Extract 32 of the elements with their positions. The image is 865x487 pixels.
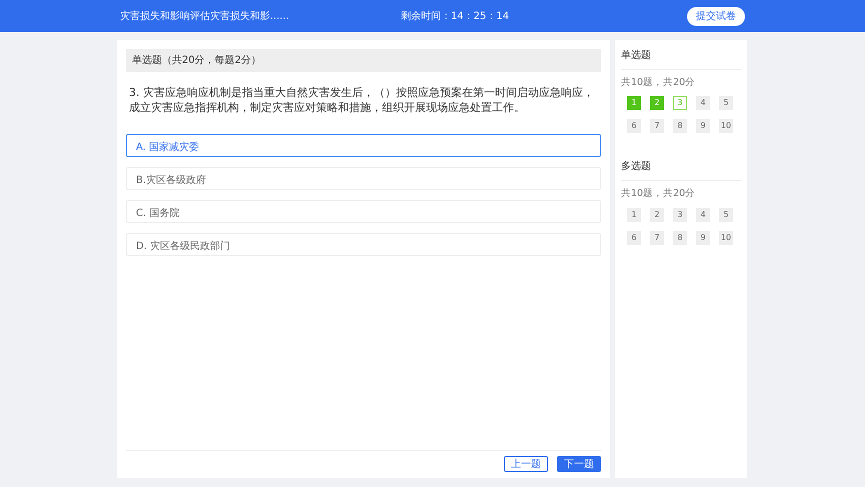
question-number-button[interactable]: 5 <box>719 96 733 110</box>
question-number-button[interactable]: 3 <box>673 208 687 222</box>
question-number-button[interactable]: 1 <box>627 208 641 222</box>
answer-option[interactable]: B.灾区各级政府 <box>126 166 601 190</box>
next-button[interactable]: 下一题 <box>557 456 601 472</box>
question-number-button[interactable]: 8 <box>673 119 687 134</box>
group-summary: 共10题，共20分 <box>621 187 696 202</box>
question-number-button[interactable]: 9 <box>696 230 710 244</box>
question-number-button[interactable]: 9 <box>696 119 710 134</box>
question-text: 3. 灾害应急响应机制是指当重大自然灾害发生后，（）按照应急预案在第一时间启动应急响应，成立灾害应急指挥机构，制定灾害应对策略和措施，组织开展现场应急处置工作。 <box>129 86 595 116</box>
question-number-button[interactable]: 4 <box>696 208 710 222</box>
group-summary: 共10题，共20分 <box>621 76 696 90</box>
question-number-button[interactable]: 7 <box>650 230 664 244</box>
question-number-button[interactable]: 6 <box>627 119 641 134</box>
countdown-timer: 剩余时间：14：25：14 <box>400 10 509 24</box>
answer-option[interactable]: A. 国家减灾委 <box>126 134 601 157</box>
group-title: 单选题 <box>621 48 741 70</box>
answer-option[interactable]: D. 灾区各级民政部门 <box>126 232 601 256</box>
question-number-button[interactable]: 8 <box>673 230 687 244</box>
question-number-button[interactable]: 7 <box>650 119 664 134</box>
question-number-button[interactable]: 4 <box>696 96 710 110</box>
submit-button[interactable]: 提交试卷 <box>687 6 745 26</box>
previous-button[interactable]: 上一题 <box>504 456 548 472</box>
question-number-button[interactable]: 6 <box>627 230 641 244</box>
group-title: 多选题 <box>621 159 741 182</box>
exam-title: 灾害损失和影响评估灾害损失和影...... <box>120 10 290 24</box>
section-label: 单选题（共20分，每题2分） <box>126 49 601 72</box>
question-number-button[interactable]: 5 <box>719 208 733 222</box>
question-number-button[interactable]: 10 <box>719 119 733 134</box>
question-number-button[interactable]: 2 <box>650 208 664 222</box>
answer-option[interactable]: C. 国务院 <box>126 200 601 223</box>
question-number-button[interactable]: 10 <box>719 230 733 244</box>
